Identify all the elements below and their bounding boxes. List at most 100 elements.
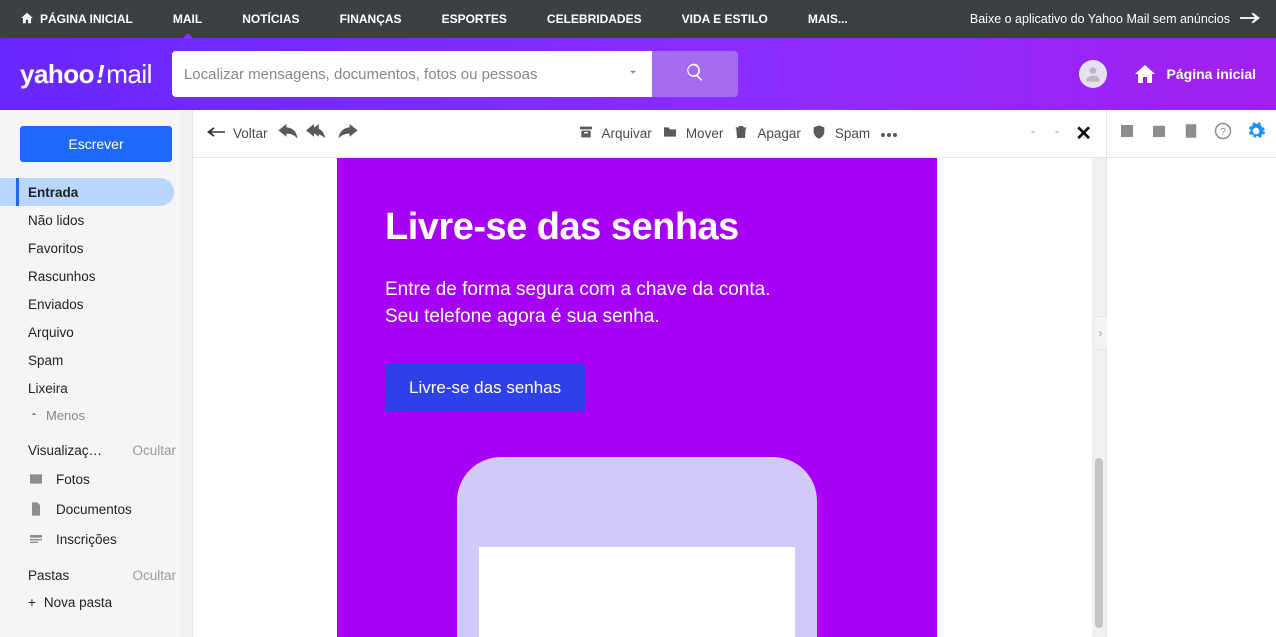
documents-icon xyxy=(28,501,44,517)
folder-label: Rascunhos xyxy=(28,269,96,284)
view-inscricoes[interactable]: Inscrições xyxy=(0,524,192,554)
close-button[interactable]: ✕ xyxy=(1075,121,1092,146)
content: Voltar Arquivar Mover Apagar xyxy=(192,110,1106,637)
search-input[interactable] xyxy=(184,66,618,83)
view-fotos[interactable]: Fotos xyxy=(0,464,192,494)
promo-text: Entre de forma segura com a chave da con… xyxy=(385,277,889,330)
arrow-left-long-icon xyxy=(207,125,225,142)
promo-cta-label: Livre-se das senhas xyxy=(409,378,561,397)
search-button[interactable] xyxy=(652,51,738,97)
folder-arquivo[interactable]: Arquivo xyxy=(0,318,192,346)
folder-label: Lixeira xyxy=(28,381,68,396)
home-icon xyxy=(20,11,34,28)
views: Fotos Documentos Inscrições xyxy=(0,464,192,554)
prev-message[interactable] xyxy=(1027,126,1039,141)
folder-label: Favoritos xyxy=(28,241,84,256)
promo-title: Livre-se das senhas xyxy=(385,206,889,249)
delete-button[interactable]: Apagar xyxy=(733,124,801,143)
folder-spam[interactable]: Spam xyxy=(0,346,192,374)
search-box[interactable] xyxy=(172,51,652,97)
nav-mail[interactable]: MAIL xyxy=(153,0,222,38)
calendar-icon[interactable] xyxy=(1150,122,1168,145)
phone-illustration xyxy=(457,457,817,637)
message-body-inner: Livre-se das senhas Entre de forma segur… xyxy=(193,158,1106,637)
more-icon xyxy=(880,126,898,141)
nav-mais[interactable]: MAIS... xyxy=(788,0,868,38)
less-label: Menos xyxy=(46,408,85,423)
nav-label: MAIL xyxy=(173,12,202,26)
folder-entrada[interactable]: Entrada xyxy=(0,178,174,206)
nav-label: PÁGINA INICIAL xyxy=(40,12,133,26)
settings-icon[interactable] xyxy=(1246,121,1266,146)
new-folder[interactable]: + Nova pasta xyxy=(0,589,192,610)
folders-head-label: Pastas xyxy=(28,568,69,583)
folders-section-head: Pastas Ocultar xyxy=(0,554,192,589)
logo[interactable]: yahoo!mail xyxy=(20,59,152,90)
reply-icon[interactable] xyxy=(278,124,298,143)
spam-button[interactable]: Spam xyxy=(811,124,870,143)
toolbar: Voltar Arquivar Mover Apagar xyxy=(193,110,1106,158)
avatar[interactable] xyxy=(1079,60,1107,88)
move-button[interactable]: Mover xyxy=(662,124,724,143)
folders-less-toggle[interactable]: Menos xyxy=(0,402,192,429)
folder-favoritos[interactable]: Favoritos xyxy=(0,234,192,262)
folder-nao-lidos[interactable]: Não lidos xyxy=(0,206,192,234)
promo-cta-button[interactable]: Livre-se das senhas xyxy=(385,364,585,412)
chevron-down-icon[interactable] xyxy=(626,65,640,84)
back-label: Voltar xyxy=(233,126,268,141)
folder-rascunhos[interactable]: Rascunhos xyxy=(0,262,192,290)
nav-label: VIDA E ESTILO xyxy=(682,12,768,26)
shield-icon xyxy=(811,124,827,143)
nav-vida-estilo[interactable]: VIDA E ESTILO xyxy=(662,0,788,38)
top-nav: PÁGINA INICIAL MAIL NOTÍCIAS FINANÇAS ES… xyxy=(0,0,1276,38)
rail-icons: ? xyxy=(1107,110,1276,158)
subscriptions-icon xyxy=(28,531,44,547)
archive-button[interactable]: Arquivar xyxy=(578,124,652,143)
home-button[interactable]: Página inicial xyxy=(1133,62,1256,86)
right-rail: ? › xyxy=(1106,110,1276,637)
close-icon: ✕ xyxy=(1075,123,1092,145)
next-message[interactable] xyxy=(1051,126,1063,141)
nav-esportes[interactable]: ESPORTES xyxy=(422,0,527,38)
view-documentos[interactable]: Documentos xyxy=(0,494,192,524)
plus-icon: + xyxy=(28,595,36,610)
search-wrap xyxy=(172,51,738,97)
logo-exclamation: ! xyxy=(96,59,104,90)
compose-button[interactable]: Escrever xyxy=(20,126,172,162)
spam-label: Spam xyxy=(835,126,870,141)
arrow-right-icon xyxy=(1240,12,1260,27)
view-label: Fotos xyxy=(56,472,90,487)
folder-enviados[interactable]: Enviados xyxy=(0,290,192,318)
top-nav-promo[interactable]: Baixe o aplicativo do Yahoo Mail sem anú… xyxy=(970,12,1276,27)
chevron-right-icon: › xyxy=(1099,326,1103,340)
move-label: Mover xyxy=(686,126,724,141)
trash-icon xyxy=(733,124,749,143)
folder-lixeira[interactable]: Lixeira xyxy=(0,374,192,402)
nav-celebridades[interactable]: CELEBRIDADES xyxy=(527,0,662,38)
view-label: Inscrições xyxy=(56,532,117,547)
views-hide[interactable]: Ocultar xyxy=(132,443,176,458)
nav-home[interactable]: PÁGINA INICIAL xyxy=(0,0,153,38)
search-icon xyxy=(685,62,705,87)
folder-label: Spam xyxy=(28,353,63,368)
rail-collapse-toggle[interactable]: › xyxy=(1093,316,1107,350)
sidebar-scrollbar[interactable] xyxy=(183,242,189,304)
nav-noticias[interactable]: NOTÍCIAS xyxy=(222,0,319,38)
logo-mail: mail xyxy=(106,59,152,90)
back-button[interactable]: Voltar xyxy=(207,125,268,142)
reply-all-icon[interactable] xyxy=(306,124,330,143)
notepad-icon[interactable] xyxy=(1182,122,1200,145)
chevron-up-icon xyxy=(28,408,40,423)
forward-icon[interactable] xyxy=(338,124,358,143)
message-body: Livre-se das senhas Entre de forma segur… xyxy=(193,158,1106,637)
new-folder-label: Nova pasta xyxy=(44,595,112,610)
top-nav-items: PÁGINA INICIAL MAIL NOTÍCIAS FINANÇAS ES… xyxy=(0,0,868,38)
body-scrollbar-thumb[interactable] xyxy=(1095,458,1103,628)
more-button[interactable] xyxy=(880,126,898,141)
contacts-icon[interactable] xyxy=(1118,122,1136,145)
folders-hide[interactable]: Ocultar xyxy=(132,568,176,583)
nav-label: MAIS... xyxy=(808,12,848,26)
help-icon[interactable]: ? xyxy=(1214,122,1232,145)
svg-text:?: ? xyxy=(1220,126,1226,138)
nav-financas[interactable]: FINANÇAS xyxy=(320,0,422,38)
